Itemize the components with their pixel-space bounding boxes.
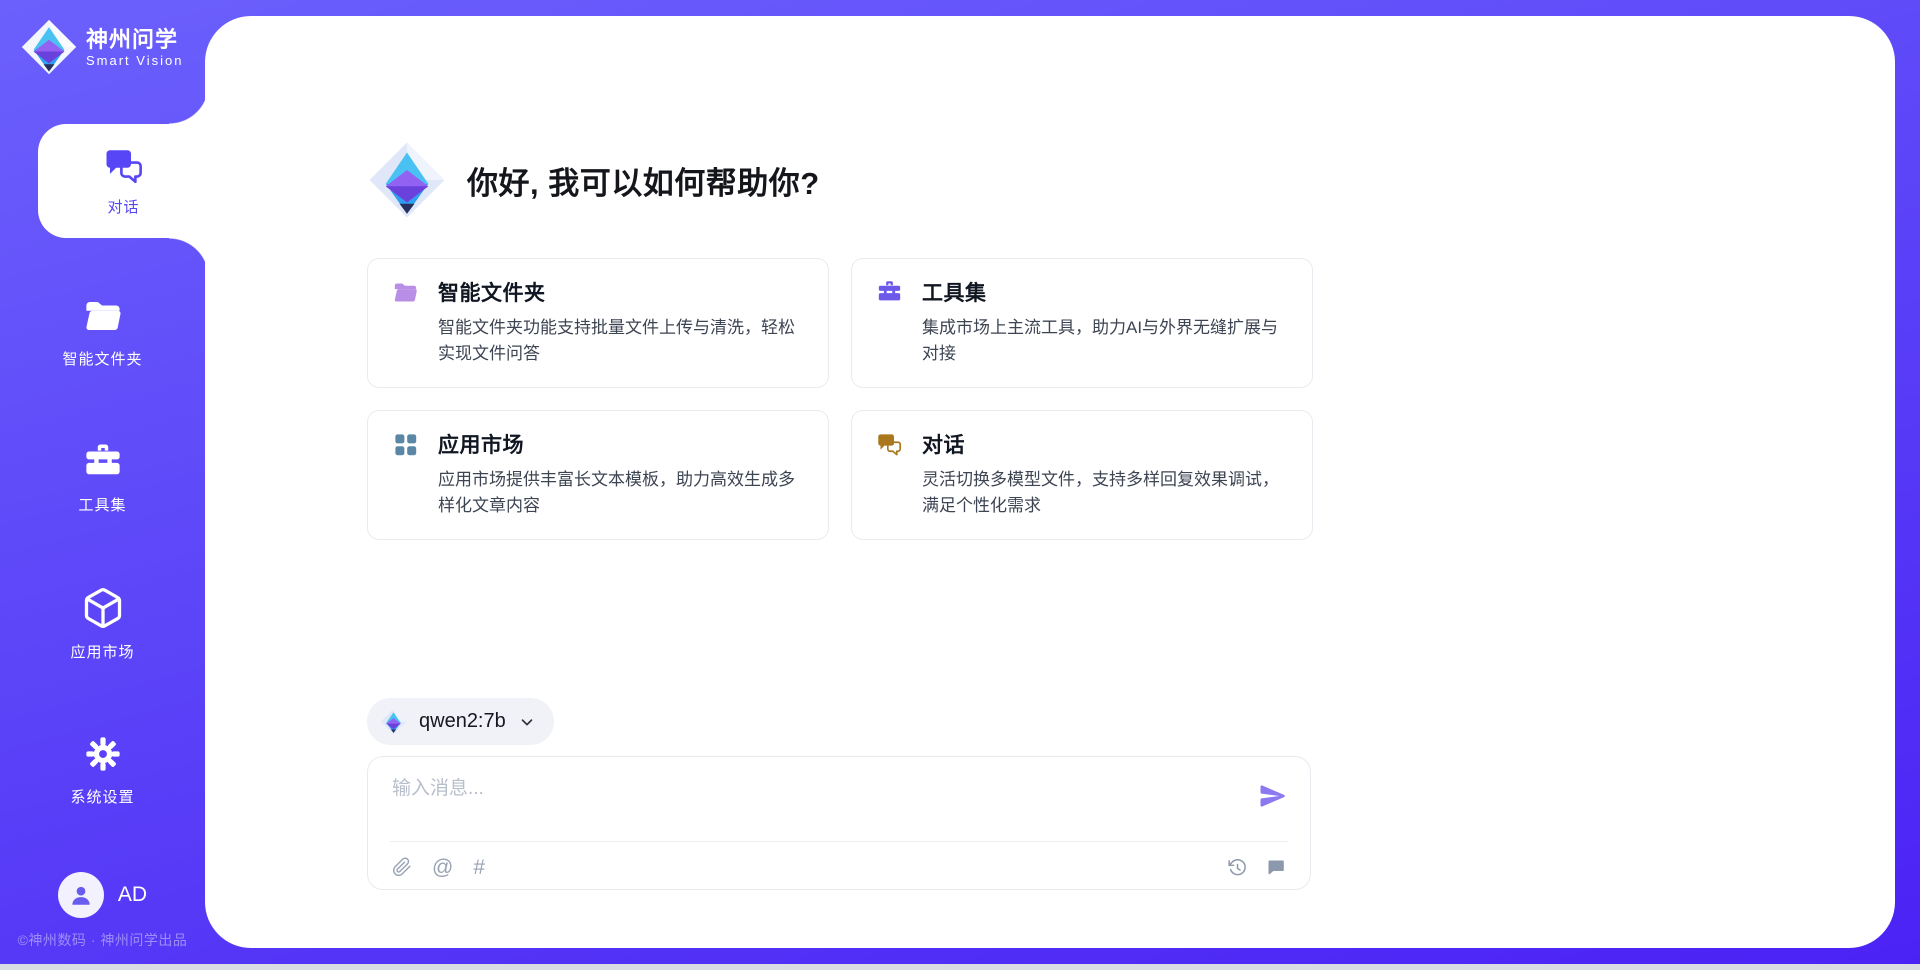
gear-icon [82,733,124,775]
model-diamond-icon [380,708,407,735]
sidebar-item-app-market[interactable]: 应用市场 [0,574,205,674]
message-icon[interactable] [1265,857,1286,878]
history-icon[interactable] [1227,857,1248,878]
composer-divider [390,841,1288,842]
blob-corner-bottom [169,238,209,278]
brand-name: 神州问学 [86,27,183,53]
sidebar-item-label: 智能文件夹 [62,348,142,369]
sidebar-item-label: 应用市场 [70,641,134,662]
toolbox-icon [876,279,903,306]
chat-home-content: 你好, 我可以如何帮助你? 智能文件夹 智能文件夹功能支持批量文件上传与清洗，轻… [367,0,1313,970]
card-title: 应用市场 [438,429,524,459]
card-title: 智能文件夹 [438,277,546,307]
card-title: 工具集 [922,277,987,307]
chat-bubbles-icon [876,431,903,458]
sidebar-item-label: 工具集 [78,494,126,515]
model-name: qwen2:7b [419,710,506,733]
user-account[interactable]: AD [0,872,205,918]
card-chat[interactable]: 对话 灵活切换多模型文件，支持多样回复效果调试，满足个性化需求 [851,410,1313,540]
folder-icon [392,279,419,306]
blob-corner-top [169,84,209,124]
paperclip-icon[interactable] [392,857,412,877]
cube-icon [81,586,125,630]
chat-bubbles-icon [103,145,145,187]
apps-grid-icon [392,431,419,458]
user-name: AD [118,883,147,907]
card-description: 集成市场上主流工具，助力AI与外界无缝扩展与对接 [922,315,1288,367]
sidebar-item-smart-folder[interactable]: 智能文件夹 [0,282,205,382]
chevron-down-icon [518,713,536,731]
sidebar-item-settings[interactable]: 系统设置 [0,720,205,820]
card-description: 灵活切换多模型文件，支持多样回复效果调试，满足个性化需求 [922,467,1288,519]
feature-cards: 智能文件夹 智能文件夹功能支持批量文件上传与清洗，轻松实现文件问答 工具集 集成… [367,258,1313,540]
sidebar-footer-text: ©神州数码 · 神州问学出品 [0,930,205,950]
greeting-diamond-icon [367,140,447,220]
card-smart-folder[interactable]: 智能文件夹 智能文件夹功能支持批量文件上传与清洗，轻松实现文件问答 [367,258,829,388]
brand-diamond-icon [20,18,78,76]
avatar [58,872,104,918]
greeting-text: 你好, 我可以如何帮助你? [467,158,820,203]
brand-subtitle: Smart Vision [86,53,183,68]
sidebar: 神州问学 Smart Vision 对话 智能文件夹 工具集 应用市场 系统设置… [0,0,205,970]
toolbox-icon [82,441,124,483]
card-toolset[interactable]: 工具集 集成市场上主流工具，助力AI与外界无缝扩展与对接 [851,258,1313,388]
mention-at-icon[interactable]: @ [432,857,453,878]
card-description: 智能文件夹功能支持批量文件上传与清洗，轻松实现文件问答 [438,315,804,367]
card-app-market[interactable]: 应用市场 应用市场提供丰富长文本模板，助力高效生成多样化文章内容 [367,410,829,540]
send-icon[interactable] [1258,781,1288,811]
model-selector[interactable]: qwen2:7b [367,698,554,745]
card-title: 对话 [922,429,965,459]
sidebar-item-label: 对话 [107,196,139,217]
sidebar-item-toolset[interactable]: 工具集 [0,428,205,528]
sidebar-item-chat[interactable]: 对话 [38,124,209,238]
bottom-scrollbar-strip[interactable] [0,964,1920,970]
composer-toolbar: @ # [392,853,1286,881]
brand-logo: 神州问学 Smart Vision [20,18,183,76]
person-icon [68,882,94,908]
greeting: 你好, 我可以如何帮助你? [367,140,820,220]
message-input[interactable] [392,773,1212,817]
sidebar-item-label: 系统设置 [70,786,134,807]
folder-icon [82,295,124,337]
card-description: 应用市场提供丰富长文本模板，助力高效生成多样化文章内容 [438,467,804,519]
hash-icon[interactable]: # [473,857,485,878]
message-composer: @ # [367,756,1311,890]
